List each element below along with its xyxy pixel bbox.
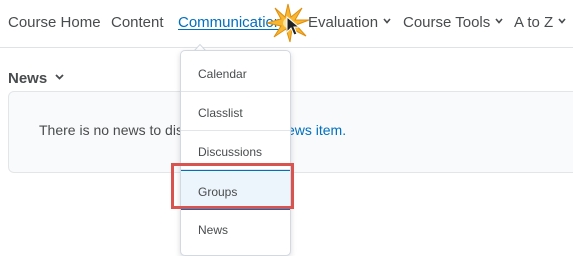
- nav-course-home[interactable]: Course Home: [8, 14, 101, 32]
- nav-course-home-label: Course Home: [8, 14, 101, 31]
- nav-a-to-z[interactable]: A to Z: [514, 14, 566, 32]
- nav-course-tools-label: Course Tools: [403, 14, 491, 31]
- communication-dropdown-menu: Calendar Classlist Discussions Groups Ne…: [180, 50, 291, 256]
- news-message-text: There is no news to dis: [39, 122, 183, 138]
- chevron-down-icon: [558, 18, 566, 25]
- chevron-down-icon: [55, 74, 64, 81]
- menu-item-news[interactable]: News: [181, 209, 290, 247]
- menu-item-label: News: [198, 223, 229, 237]
- nav-course-tools[interactable]: Course Tools: [403, 14, 503, 32]
- menu-item-label: Classlist: [198, 106, 243, 120]
- menu-item-classlist[interactable]: Classlist: [181, 92, 290, 131]
- groups-highlight-box: [171, 163, 294, 209]
- menu-item-calendar[interactable]: Calendar: [181, 53, 290, 92]
- nav-evaluation[interactable]: Evaluation: [308, 14, 391, 32]
- news-heading-label: News: [8, 70, 48, 87]
- menu-item-label: Calendar: [198, 67, 247, 81]
- chevron-down-icon: [383, 18, 391, 25]
- menu-item-label: Discussions: [198, 145, 263, 159]
- nav-content-label: Content: [111, 14, 164, 31]
- nav-content[interactable]: Content: [111, 14, 164, 32]
- create-news-link[interactable]: ews item.: [287, 122, 346, 138]
- mouse-pointer-icon: [286, 16, 300, 36]
- nav-evaluation-label: Evaluation: [308, 14, 379, 31]
- news-widget-heading[interactable]: News: [8, 70, 64, 87]
- chevron-down-icon: [495, 18, 503, 25]
- nav-a-to-z-label: A to Z: [514, 14, 554, 31]
